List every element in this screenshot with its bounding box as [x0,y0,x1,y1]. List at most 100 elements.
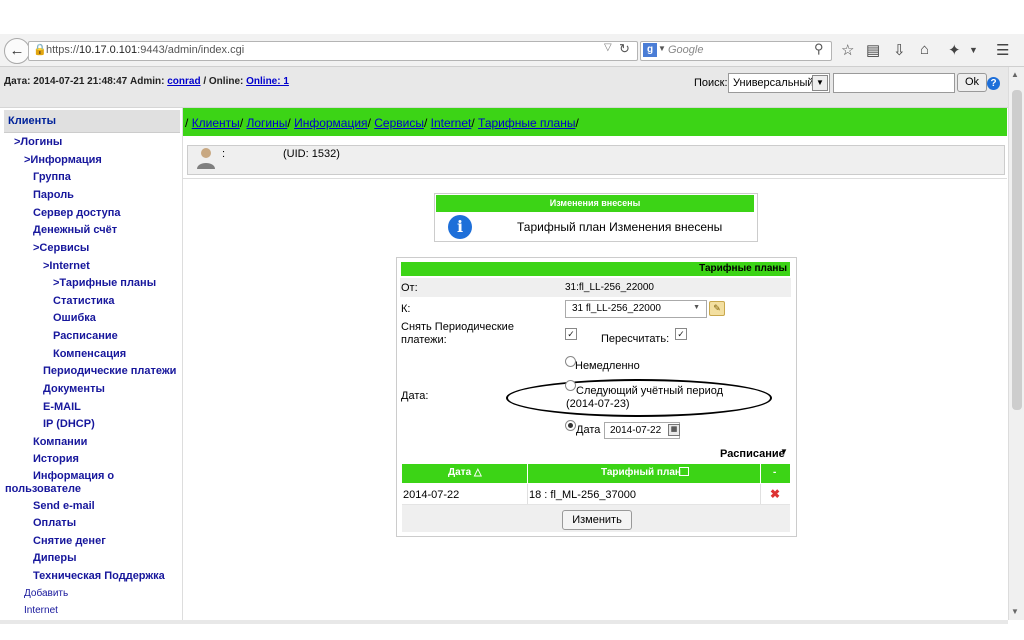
url-text: https://10.17.0.101:9443/admin/index.cgi [46,44,245,56]
sidebar-item-services[interactable]: >Сервисы [33,242,89,254]
breadcrumb-information[interactable]: Информация [294,116,367,130]
breadcrumb-services[interactable]: Сервисы [374,116,424,130]
search-label: Поиск: [694,77,728,89]
addon-icon[interactable]: ✦ [948,41,961,59]
breadcrumb-clients[interactable]: Клиенты [192,116,240,130]
sidebar-item-payments[interactable]: Оплаты [33,517,76,529]
scrollbar-thumb[interactable] [1012,90,1022,410]
sidebar-item-tech-support[interactable]: Техническая Поддержка [33,570,165,582]
sidebar-item-email[interactable]: E-MAIL [43,401,81,413]
notice-title: Изменения внесены [436,195,754,212]
sidebar-item-companies[interactable]: Компании [33,436,87,448]
back-button[interactable]: ← [4,38,30,64]
sidebar-item-dealers[interactable]: Диперы [33,552,76,564]
sidebar-item-tariff-plans[interactable]: >Тарифные планы [53,277,156,289]
to-label: К: [401,303,411,315]
divider [183,178,1007,179]
browser-search-placeholder: Google [668,44,704,56]
sort-asc-icon[interactable]: △ [474,467,482,478]
online-label: / Online: [203,76,244,87]
search-mode-value: Универсальный [733,77,814,89]
sidebar-title: Клиенты [8,115,57,127]
google-engine-icon[interactable]: g [643,43,657,57]
sidebar-item-internet[interactable]: >Internet [43,260,90,272]
radio-next-period[interactable] [565,380,576,391]
sidebar-item-user-info[interactable]: Информация о [33,470,114,482]
url-history-dropdown-icon[interactable]: ▽ [604,42,612,53]
chevron-down-icon[interactable]: ▼ [780,447,788,456]
calendar-icon[interactable]: ▦ [668,424,680,436]
sidebar-item-compensation[interactable]: Компенсация [53,348,126,360]
sidebar-item-money-account[interactable]: Денежный счёт [33,224,117,236]
breadcrumb-logins[interactable]: Логины [247,116,288,130]
date-input-value: 2014-07-22 [610,425,662,436]
sidebar-item-statistics[interactable]: Статистика [53,295,115,307]
periodic-label-cont: платежи: [401,334,447,346]
sidebar-item-history[interactable]: История [33,453,79,465]
search-ok-button[interactable]: Ok [957,73,987,92]
date-label: Дата: [401,390,429,402]
breadcrumb-internet[interactable]: Internet [431,116,472,130]
engine-dropdown-icon[interactable]: ▼ [658,44,666,53]
sidebar-item-add[interactable]: Добавить [24,588,68,599]
chevron-down-icon: ▼ [812,75,828,91]
to-plan-select[interactable]: 31 fl_LL-256_22000 ▼ [565,300,707,318]
table-header-action-label: - [773,467,777,478]
addon-dropdown-icon[interactable]: ▼ [969,45,978,55]
sidebar-item-user-info-cont[interactable]: пользователе [5,483,81,495]
date-admin-label: Дата: 2014-07-21 21:48:47 Admin: [4,76,165,87]
search-input[interactable] [833,73,955,93]
search-mode-select[interactable]: Универсальный ▼ [728,73,830,93]
sidebar-item-schedule[interactable]: Расписание [53,330,118,342]
online-link[interactable]: Online: 1 [246,76,289,87]
table-header-date-label: Дата [448,467,472,478]
sidebar-item-group[interactable]: Группа [33,171,71,183]
delete-icon[interactable]: ✖ [770,487,780,501]
menu-icon[interactable]: ☰ [996,41,1009,59]
bookmarks-list-icon[interactable]: ▤ [866,41,880,59]
from-value: 31:fl_LL-256_22000 [565,282,654,293]
admin-link[interactable]: conrad [167,76,200,87]
radio-date[interactable] [565,420,576,431]
sidebar-item-ip-dhcp[interactable]: IP (DHCP) [43,418,95,430]
home-icon[interactable]: ⌂ [920,41,929,58]
edit-icon[interactable]: ✎ [709,301,725,316]
plan-filter-icon[interactable] [679,467,689,476]
sidebar-item-send-email[interactable]: Send e-mail [33,500,95,512]
sidebar-item-password[interactable]: Пароль [33,189,74,201]
bookmark-star-icon[interactable]: ☆ [841,41,854,59]
scroll-up-icon[interactable]: ▲ [1011,70,1019,79]
sidebar-item-logins[interactable]: >Логины [14,136,62,148]
sidebar-item-periodic-payments[interactable]: Периодические платежи [43,365,176,377]
search-icon[interactable]: ⚲ [814,41,824,57]
session-info: Дата: 2014-07-21 21:48:47 Admin: conrad … [4,76,289,87]
periodic-checkbox[interactable]: ✓ [565,328,577,340]
download-icon[interactable]: ⇩ [893,41,906,59]
help-icon[interactable]: ? [987,77,1000,90]
reload-icon[interactable]: ↻ [619,41,630,57]
sidebar-header: Клиенты [4,110,180,133]
radio-next-period-label: Следующий учётный период [576,385,724,397]
sidebar-item-information[interactable]: >Информация [24,154,102,166]
radio-next-period-date: (2014-07-23) [566,398,630,410]
breadcrumb-tariff-plans[interactable]: Тарифные планы [478,116,575,130]
chevron-down-icon: ▼ [693,304,700,311]
radio-date-label: Дата [576,424,601,436]
scroll-down-icon[interactable]: ▼ [1011,607,1019,616]
info-icon: i [448,215,472,239]
sidebar-item-withdrawal[interactable]: Снятие денег [33,535,106,547]
sidebar-item-internet-bottom[interactable]: Internet [24,605,58,616]
sidebar-item-error[interactable]: Ошибка [53,312,96,324]
row-date: 2014-07-22 [403,489,460,501]
recalc-label: Пересчитать: [601,333,670,345]
change-button[interactable]: Изменить [562,510,632,530]
schedule-toggle[interactable]: Расписание [720,448,785,460]
divider [527,484,528,504]
to-plan-value: 31 fl_LL-256_22000 [572,303,661,314]
sidebar-item-documents[interactable]: Документы [43,383,105,395]
table-header-plan-label: Тарифный план [601,467,681,478]
recalc-checkbox[interactable]: ✓ [675,328,687,340]
breadcrumb: / Клиенты/ Логины/ Информация/ Сервисы/ … [185,116,579,130]
lock-icon: 🔒 [33,44,47,56]
sidebar-item-access-server[interactable]: Сервер доступа [33,207,121,219]
